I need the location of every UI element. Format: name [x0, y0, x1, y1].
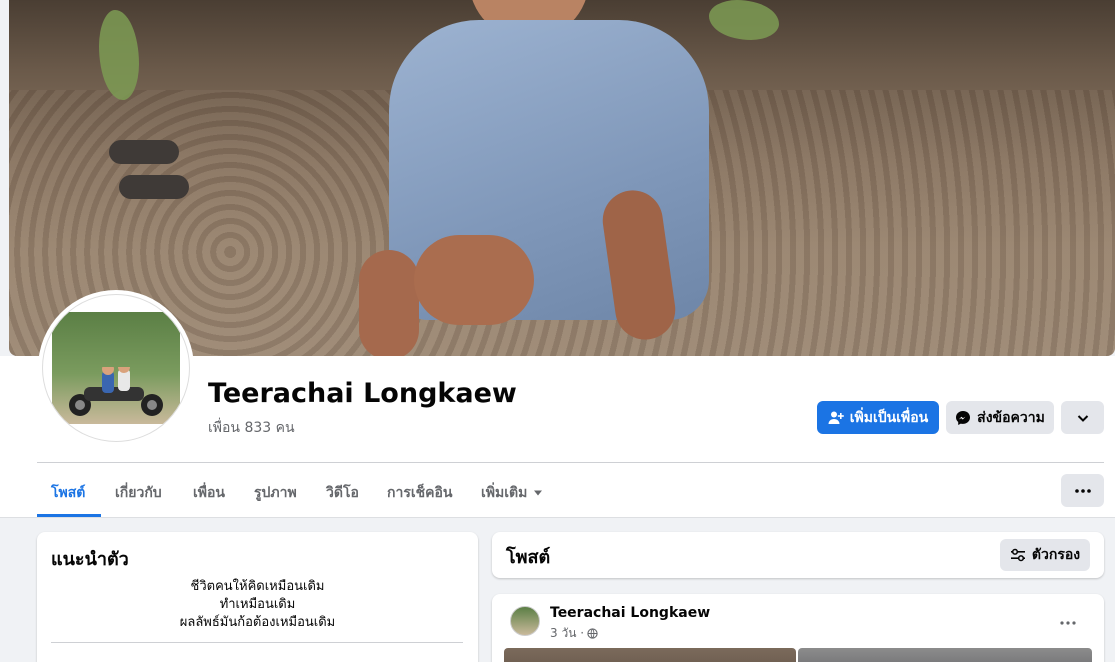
cover-plant: [99, 10, 139, 100]
add-friend-button[interactable]: เพิ่มเป็นเพื่อน: [817, 401, 939, 434]
friends-count[interactable]: เพื่อน 833 คน: [208, 417, 295, 439]
profile-name: Teerachai Longkaew: [208, 378, 517, 409]
intro-card: แนะนำตัว ชีวิตคนให้คิดเหมือนเดิม ทำเหมือ…: [37, 532, 478, 662]
filter-label: ตัวกรอง: [1031, 547, 1081, 563]
post-author-name[interactable]: Teerachai Longkaew: [550, 605, 710, 621]
posts-header-card: โพสต์ ตัวกรอง: [492, 532, 1104, 578]
tab-more[interactable]: เพิ่มเติม: [481, 482, 543, 504]
messenger-icon: [956, 410, 971, 425]
profile-avatar[interactable]: [38, 290, 194, 446]
intro-title: แนะนำตัว: [51, 549, 129, 570]
motorcycle-illustration: [69, 367, 163, 416]
chevron-down-icon: [1077, 414, 1088, 422]
cover-shoe: [119, 175, 189, 199]
post-card: Teerachai Longkaew 3 วัน ·: [492, 594, 1104, 662]
filter-button[interactable]: ตัวกรอง: [1000, 539, 1090, 571]
post-image[interactable]: [798, 648, 1092, 662]
cover-shoe: [109, 140, 179, 164]
cover-plant: [709, 0, 779, 40]
post-timestamp[interactable]: 3 วัน ·: [550, 624, 584, 643]
add-friend-label: เพิ่มเป็นเพื่อน: [849, 409, 929, 426]
caret-down-icon: [534, 490, 543, 496]
tab-friends[interactable]: เพื่อน: [193, 482, 225, 504]
avatar-frame: [42, 294, 190, 442]
intro-bio: ชีวิตคนให้คิดเหมือนเดิม ทำเหมือนเดิม ผลล…: [37, 578, 478, 632]
send-message-button[interactable]: ส่งข้อความ: [946, 401, 1054, 434]
more-dots-icon: [1060, 621, 1076, 625]
post-options-button[interactable]: [1060, 610, 1076, 629]
globe-icon: [587, 628, 598, 639]
sliders-icon: [1010, 548, 1025, 562]
post-meta: 3 วัน ·: [550, 624, 598, 643]
person-plus-icon: [828, 411, 844, 424]
cover-photo[interactable]: [9, 0, 1115, 356]
post-image[interactable]: [504, 648, 796, 662]
profile-options-button[interactable]: [1061, 401, 1104, 434]
bio-line: ผลลัพธ์มันก้อต้องเหมือนเดิม: [179, 615, 336, 630]
intro-divider: [51, 642, 463, 643]
more-dots-icon: [1074, 488, 1091, 493]
active-tab-indicator: [37, 514, 101, 517]
tab-videos[interactable]: วิดีโอ: [326, 482, 359, 504]
tab-more-label: เพิ่มเติม: [481, 485, 528, 501]
tabs-more-button[interactable]: [1061, 474, 1104, 507]
bio-line: ชีวิตคนให้คิดเหมือนเดิม: [190, 579, 325, 594]
post-author-avatar[interactable]: [510, 606, 540, 636]
avatar-image: [52, 312, 180, 424]
cover-child-hand: [414, 235, 534, 325]
send-message-label: ส่งข้อความ: [977, 409, 1045, 426]
tab-about[interactable]: เกี่ยวกับ: [115, 482, 162, 504]
bio-line: ทำเหมือนเดิม: [219, 597, 296, 612]
tab-checkins[interactable]: การเช็คอิน: [387, 482, 453, 504]
tab-photos[interactable]: รูปภาพ: [254, 482, 297, 504]
cover-child-arm: [359, 250, 419, 356]
header-divider: [37, 462, 1104, 463]
tab-posts[interactable]: โพสต์: [51, 482, 85, 504]
posts-title: โพสต์: [506, 547, 551, 568]
